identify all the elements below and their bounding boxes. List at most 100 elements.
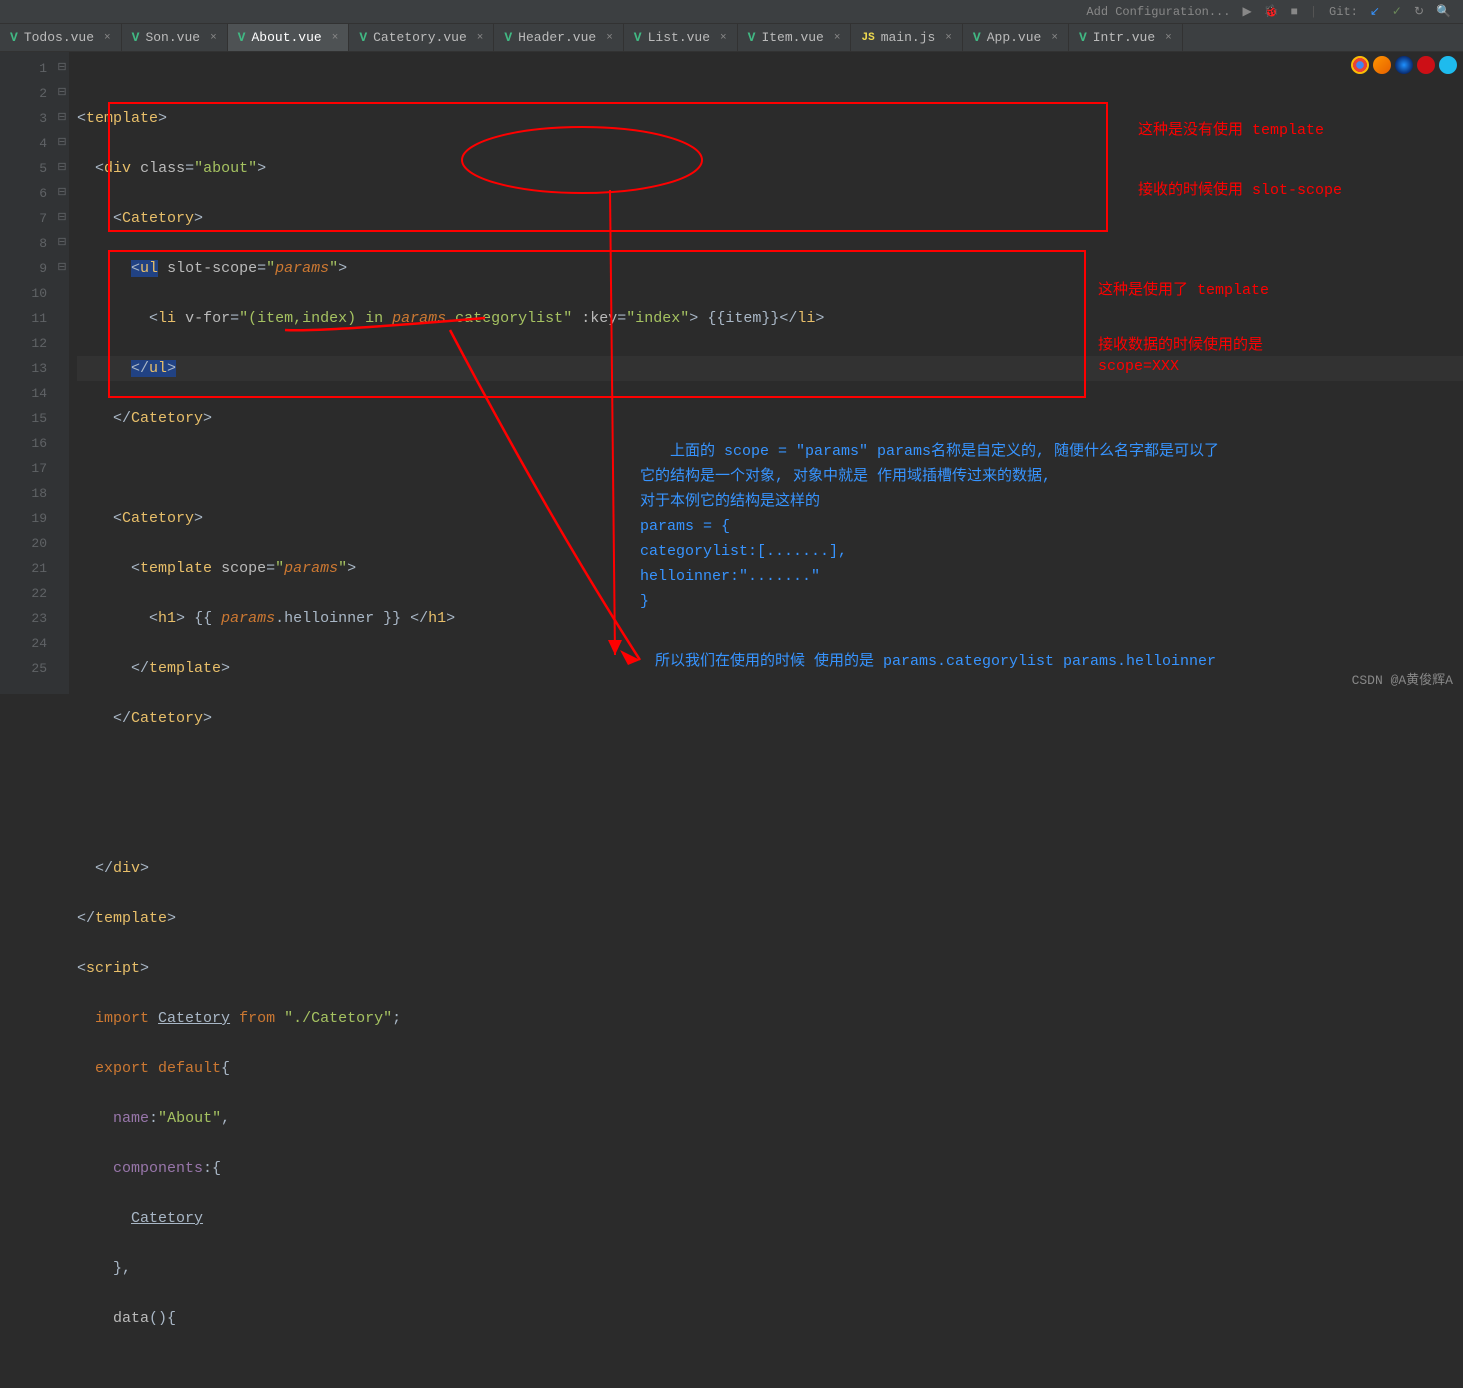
fold-marker[interactable]: ⊟ [55, 56, 69, 81]
search-icon[interactable]: 🔍 [1436, 4, 1451, 19]
code-content[interactable]: <template> <div class="about"> <Catetory… [69, 52, 1463, 694]
annotation-red-1: 这种是没有使用 template [1138, 118, 1324, 139]
line-number: 16 [0, 431, 47, 456]
annotation-blue-4: params = { [640, 515, 730, 539]
line-number: 20 [0, 531, 47, 556]
file-icon: V [748, 30, 756, 45]
tab-Catetory-vue[interactable]: V Catetory.vue × [349, 24, 494, 51]
line-number: 18 [0, 481, 47, 506]
tab-label: Item.vue [761, 30, 823, 45]
git-history-icon[interactable]: ↻ [1414, 4, 1424, 19]
fold-marker[interactable]: ⊟ [55, 181, 69, 206]
fold-marker[interactable]: ⊟ [55, 131, 69, 156]
separator: | [1310, 5, 1317, 19]
close-icon[interactable]: × [332, 32, 339, 44]
file-icon: V [359, 30, 367, 45]
editor-area: 1234567891011121314151617181920212223242… [0, 52, 1463, 694]
line-number: 7 [0, 206, 47, 231]
line-number: 17 [0, 456, 47, 481]
close-icon[interactable]: × [834, 32, 841, 44]
annotation-red-2: 接收的时候使用 slot-scope [1138, 178, 1342, 199]
close-icon[interactable]: × [104, 32, 111, 44]
close-icon[interactable]: × [210, 32, 217, 44]
annotation-red-5: scope=XXX [1098, 358, 1179, 375]
file-icon: V [634, 30, 642, 45]
tab-Item-vue[interactable]: V Item.vue × [738, 24, 852, 51]
line-number: 2 [0, 81, 47, 106]
file-icon: V [973, 30, 981, 45]
chrome-icon[interactable] [1351, 56, 1369, 74]
fold-marker[interactable]: ⊟ [55, 156, 69, 181]
annotation-blue-7: } [640, 590, 649, 614]
file-icon: V [238, 30, 246, 45]
tab-label: About.vue [251, 30, 321, 45]
fold-marker[interactable]: ⊟ [55, 81, 69, 106]
line-number: 24 [0, 631, 47, 656]
close-icon[interactable]: × [1165, 32, 1172, 44]
tab-Son-vue[interactable]: V Son.vue × [122, 24, 228, 51]
file-icon: V [132, 30, 140, 45]
annotation-blue-6: helloinner:"......." [640, 565, 820, 589]
line-number: 6 [0, 181, 47, 206]
line-number: 12 [0, 331, 47, 356]
tab-label: Intr.vue [1093, 30, 1155, 45]
ie-icon[interactable] [1439, 56, 1457, 74]
line-number: 1 [0, 56, 47, 81]
line-gutter: 1234567891011121314151617181920212223242… [0, 52, 55, 694]
fold-column: ⊟⊟⊟⊟⊟⊟⊟⊟⊟ [55, 52, 69, 694]
close-icon[interactable]: × [720, 32, 727, 44]
tab-label: Son.vue [145, 30, 200, 45]
line-number: 8 [0, 231, 47, 256]
close-icon[interactable]: × [945, 32, 952, 44]
tab-label: main.js [881, 30, 936, 45]
run-icon[interactable]: ▶ [1242, 4, 1251, 19]
watermark: CSDN @A黄俊辉A [1352, 669, 1453, 688]
close-icon[interactable]: × [606, 32, 613, 44]
line-number: 10 [0, 281, 47, 306]
top-toolbar: Add Configuration... ▶ 🐞 ■ | Git: ↙ ✓ ↻ … [0, 0, 1463, 24]
annotation-blue-8: 所以我们在使用的时候 使用的是 params.categorylist para… [655, 650, 1216, 674]
fold-marker[interactable]: ⊟ [55, 106, 69, 131]
tab-Todos-vue[interactable]: VTodos.vue× [0, 24, 122, 51]
git-label: Git: [1329, 5, 1358, 19]
line-number: 21 [0, 556, 47, 581]
annotation-blue-2: 它的结构是一个对象, 对象中就是 作用域插槽传过来的数据, [640, 465, 1051, 489]
tab-label: Header.vue [518, 30, 596, 45]
fold-marker[interactable]: ⊟ [55, 206, 69, 231]
tab-List-vue[interactable]: V List.vue × [624, 24, 738, 51]
tab-label: App.vue [987, 30, 1042, 45]
firefox-icon[interactable] [1373, 56, 1391, 74]
line-number: 3 [0, 106, 47, 131]
line-number: 22 [0, 581, 47, 606]
tab-Header-vue[interactable]: V Header.vue × [494, 24, 623, 51]
tab-About-vue[interactable]: V About.vue × [228, 24, 350, 51]
line-number: 14 [0, 381, 47, 406]
annotation-red-3: 这种是使用了 template [1098, 278, 1269, 299]
line-number: 15 [0, 406, 47, 431]
browser-icons [1351, 56, 1457, 74]
git-update-icon[interactable]: ↙ [1370, 4, 1380, 19]
file-icon: JS [861, 32, 874, 44]
line-number: 9 [0, 256, 47, 281]
close-icon[interactable]: × [477, 32, 484, 44]
tab-Intr-vue[interactable]: V Intr.vue × [1069, 24, 1183, 51]
tab-label: Catetory.vue [373, 30, 467, 45]
tab-label: List.vue [648, 30, 710, 45]
annotation-blue-3: 对于本例它的结构是这样的 [640, 490, 820, 514]
add-config-button[interactable]: Add Configuration... [1086, 5, 1230, 19]
stop-icon[interactable]: ■ [1291, 5, 1298, 19]
file-icon: V [1079, 30, 1087, 45]
close-icon[interactable]: × [1051, 32, 1058, 44]
tab-App-vue[interactable]: V App.vue × [963, 24, 1069, 51]
line-number: 5 [0, 156, 47, 181]
fold-marker[interactable]: ⊟ [55, 256, 69, 281]
fold-marker[interactable]: ⊟ [55, 231, 69, 256]
opera-icon[interactable] [1417, 56, 1435, 74]
debug-icon[interactable]: 🐞 [1264, 4, 1279, 19]
safari-icon[interactable] [1395, 56, 1413, 74]
file-icon: V [504, 30, 512, 45]
line-number: 19 [0, 506, 47, 531]
editor-tabs: VTodos.vue× V Son.vue × V About.vue × V Catetory… [0, 24, 1463, 52]
tab-main-js[interactable]: JS main.js × [851, 24, 962, 51]
git-commit-icon[interactable]: ✓ [1392, 4, 1402, 19]
